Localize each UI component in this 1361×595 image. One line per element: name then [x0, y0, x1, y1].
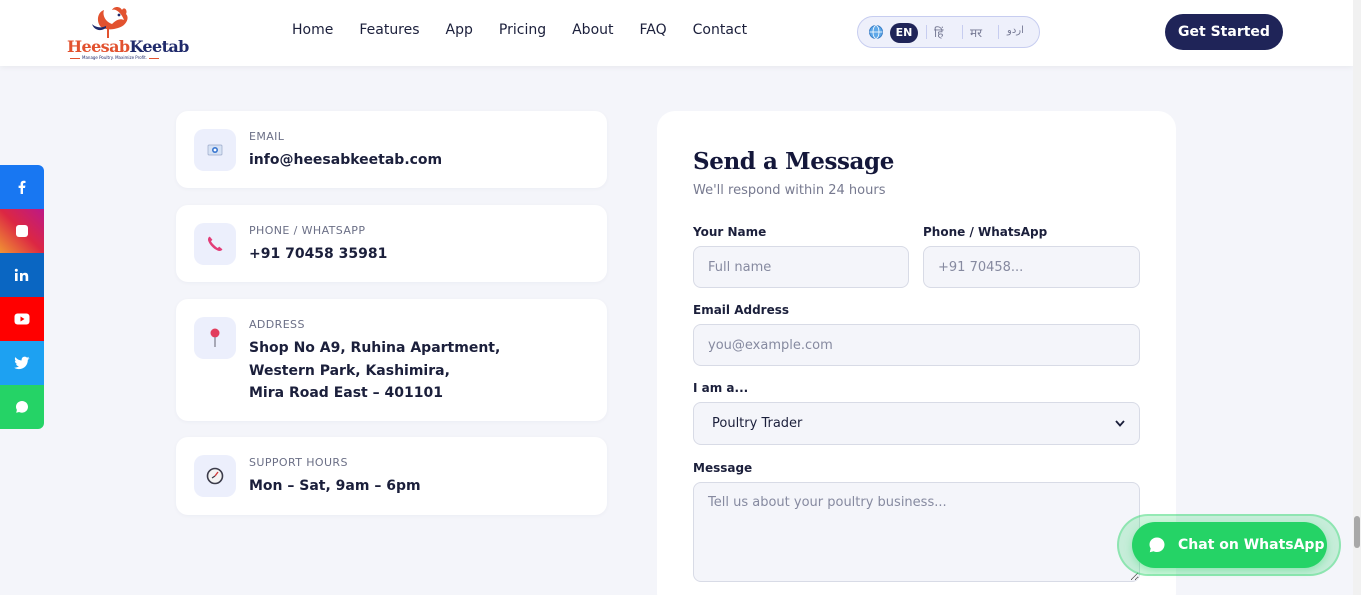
lang-en[interactable]: EN	[890, 23, 918, 43]
whatsapp-chat-button[interactable]: Chat on WhatsApp	[1132, 522, 1327, 568]
form-title: Send a Message	[693, 148, 894, 175]
hours-value: Mon – Sat, 9am – 6pm	[249, 478, 421, 494]
support-hours-card: SUPPORT HOURS Mon – Sat, 9am – 6pm	[176, 437, 607, 515]
clock-icon	[194, 455, 236, 497]
email-field-label: Email Address	[693, 303, 790, 317]
logo-wordmark: HeesabKeetab	[67, 37, 189, 56]
address-line: Shop No A9, Ruhina Apartment,	[249, 340, 501, 356]
site-header: HeesabKeetab Manage Poultry. Maximize Pr…	[0, 0, 1353, 66]
phone-field-label: Phone / WhatsApp	[923, 225, 1048, 239]
nav-contact[interactable]: Contact	[693, 22, 747, 38]
role-select-value: Poultry Trader	[712, 416, 803, 431]
nav-pricing[interactable]: Pricing	[499, 22, 546, 38]
contact-form: Send a Message We'll respond within 24 h…	[657, 111, 1176, 595]
lang-divider	[926, 25, 927, 39]
lang-urdu[interactable]: اردو	[1007, 25, 1024, 36]
address-card: ADDRESS Shop No A9, Ruhina Apartment, We…	[176, 299, 607, 421]
instagram-icon[interactable]	[0, 209, 44, 253]
linkedin-icon[interactable]	[0, 253, 44, 297]
whatsapp-chat-label: Chat on WhatsApp	[1178, 537, 1325, 553]
nav-features[interactable]: Features	[359, 22, 419, 38]
email-card: EMAIL info@heesabkeetab.com	[176, 111, 607, 188]
whatsapp-icon[interactable]	[0, 385, 44, 429]
name-label: Your Name	[693, 225, 767, 239]
message-label: Message	[693, 461, 753, 475]
lang-marathi[interactable]: मर	[970, 24, 982, 41]
lang-divider	[962, 25, 963, 39]
map-pin-icon	[194, 317, 236, 359]
phone-icon	[194, 223, 236, 265]
globe-icon	[869, 25, 883, 39]
nav-faq[interactable]: FAQ	[640, 22, 667, 38]
hours-label: SUPPORT HOURS	[249, 456, 348, 469]
chevron-down-icon	[1115, 420, 1125, 427]
nav-app[interactable]: App	[446, 22, 473, 38]
nav-home[interactable]: Home	[292, 22, 333, 38]
youtube-icon[interactable]	[0, 297, 44, 341]
nav-about[interactable]: About	[572, 22, 613, 38]
email-label: EMAIL	[249, 130, 285, 143]
address-label: ADDRESS	[249, 318, 305, 331]
phone-card: PHONE / WHATSAPP +91 70458 35981	[176, 205, 607, 282]
phone-input[interactable]	[923, 246, 1140, 288]
phone-value[interactable]: +91 70458 35981	[249, 243, 387, 266]
scrollbar-thumb[interactable]	[1354, 516, 1360, 548]
address-line: Mira Road East – 401101	[249, 385, 443, 401]
language-switcher: EN हिं मर اردو	[857, 16, 1040, 48]
email-value[interactable]: info@heesabkeetab.com	[249, 149, 442, 172]
page-scrollbar[interactable]	[1353, 0, 1361, 595]
twitter-icon[interactable]	[0, 341, 44, 385]
phone-label: PHONE / WHATSAPP	[249, 224, 366, 237]
email-input[interactable]	[693, 324, 1140, 366]
logo-tagline: Manage Poultry. Maximize Profit.	[68, 55, 161, 60]
logo[interactable]: HeesabKeetab Manage Poultry. Maximize Pr…	[66, 4, 189, 62]
form-subtitle: We'll respond within 24 hours	[693, 183, 886, 198]
lang-divider	[998, 25, 999, 39]
name-input[interactable]	[693, 246, 909, 288]
get-started-button[interactable]: Get Started	[1165, 14, 1283, 50]
role-select[interactable]: Poultry Trader	[693, 402, 1140, 445]
email-icon	[194, 129, 236, 171]
address-value: Shop No A9, Ruhina Apartment, Western Pa…	[249, 337, 500, 405]
role-label: I am a...	[693, 381, 749, 395]
social-sidebar	[0, 165, 44, 429]
facebook-icon[interactable]	[0, 165, 44, 209]
lang-hindi[interactable]: हिं	[934, 24, 943, 41]
chat-bubble-icon	[1149, 537, 1165, 553]
message-textarea[interactable]	[693, 482, 1140, 582]
address-line: Western Park, Kashimira,	[249, 362, 450, 379]
main-nav: Home Features App Pricing About FAQ Cont…	[292, 22, 747, 38]
